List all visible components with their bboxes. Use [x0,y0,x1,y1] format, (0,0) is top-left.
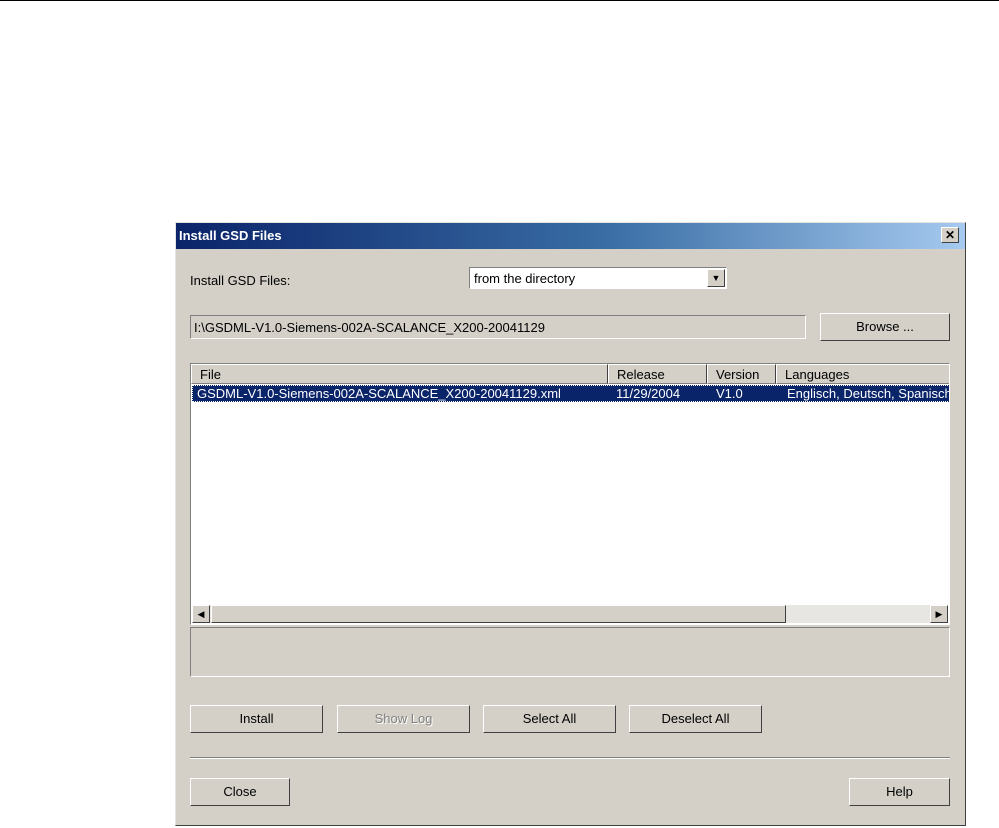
list-header: File Release Version Languages [191,364,949,384]
title-bar[interactable]: Install GSD Files ✕ [176,223,965,249]
column-header-languages[interactable]: Languages [776,364,949,384]
column-header-release[interactable]: Release [608,364,707,384]
install-button[interactable]: Install [190,705,323,733]
close-window-button[interactable]: ✕ [941,227,959,243]
install-gsd-dialog: Install GSD Files ✕ Install GSD Files: f… [175,222,966,826]
cell-version: V1.0 [716,386,743,401]
scroll-thumb[interactable] [211,605,786,623]
close-button[interactable]: Close [190,778,290,806]
footer-divider [190,757,950,759]
horizontal-scrollbar[interactable]: ◀ ▶ [192,605,948,623]
page-top-rule [0,0,999,1]
directory-path-value: I:\GSDML-V1.0-Siemens-002A-SCALANCE_X200… [194,320,545,335]
directory-path-field[interactable]: I:\GSDML-V1.0-Siemens-002A-SCALANCE_X200… [190,315,806,339]
status-panel [190,627,950,677]
column-header-version[interactable]: Version [707,364,776,384]
source-dropdown-value: from the directory [474,271,576,286]
scroll-left-button[interactable]: ◀ [192,605,210,623]
help-button[interactable]: Help [849,778,950,806]
chevron-down-icon: ▼ [711,273,721,283]
chevron-left-icon: ◀ [197,609,205,619]
deselect-all-button[interactable]: Deselect All [629,705,762,733]
window-title: Install GSD Files [179,228,282,243]
cell-file: GSDML-V1.0-Siemens-002A-SCALANCE_X200-20… [197,386,561,401]
scroll-right-button[interactable]: ▶ [930,605,948,623]
source-label: Install GSD Files: [190,273,291,288]
cell-languages: Englisch, Deutsch, Spanisch [787,386,950,401]
select-all-button[interactable]: Select All [483,705,616,733]
show-log-button[interactable]: Show Log [337,705,470,733]
column-header-file[interactable]: File [191,364,608,384]
chevron-right-icon: ▶ [935,609,943,619]
close-icon: ✕ [944,228,956,242]
cell-release: 11/29/2004 [616,386,681,401]
browse-button[interactable]: Browse ... [820,313,950,341]
table-row[interactable]: GSDML-V1.0-Siemens-002A-SCALANCE_X200-20… [192,385,950,402]
dropdown-arrow-button[interactable]: ▼ [707,269,725,287]
source-dropdown[interactable]: from the directory ▼ [469,267,727,289]
gsd-file-list[interactable]: File Release Version Languages GSDML-V1.… [190,363,950,625]
